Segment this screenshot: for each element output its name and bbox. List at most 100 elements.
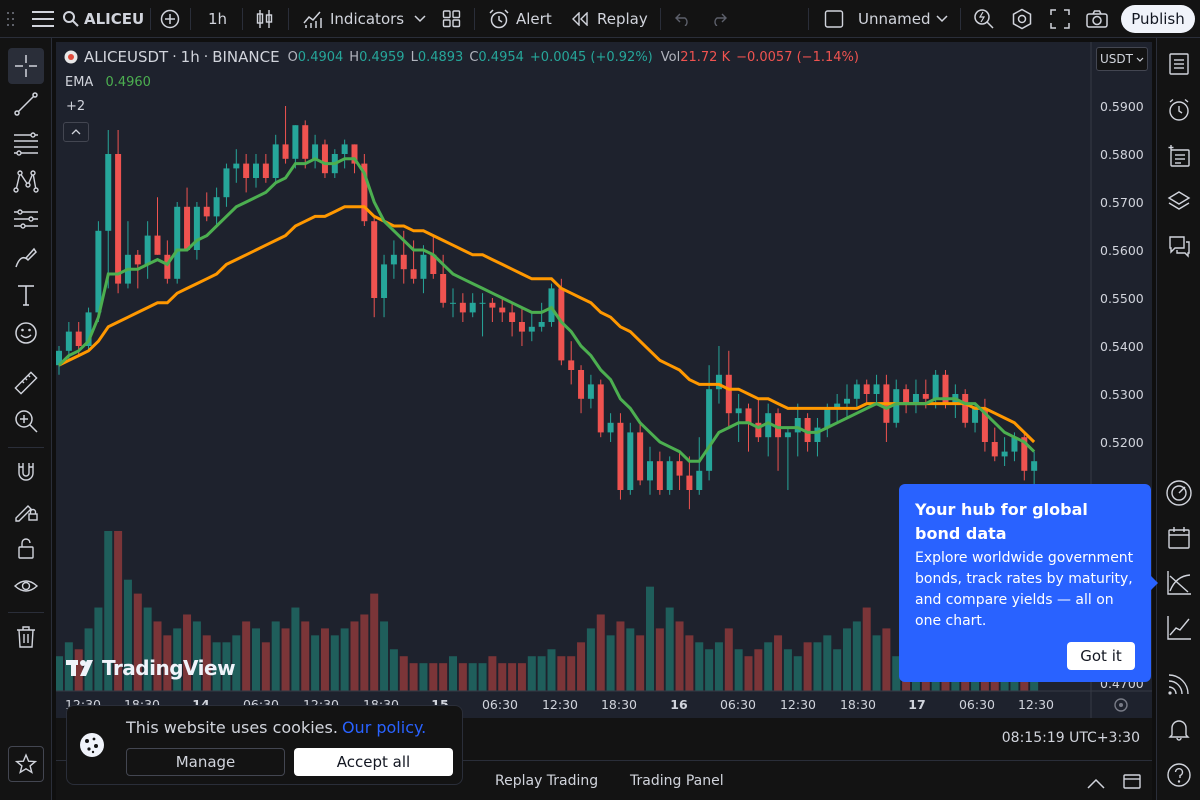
drag-handle-icon[interactable]	[6, 0, 16, 38]
layers-icon[interactable]	[1161, 183, 1197, 219]
emoji-icon[interactable]	[8, 315, 44, 351]
legend-symbol[interactable]: ALICEUSDT	[84, 48, 168, 66]
layout-name-button[interactable]: Unnamed	[824, 0, 931, 38]
watchlist-icon[interactable]	[1161, 46, 1197, 82]
publish-button[interactable]: Publish	[1121, 5, 1195, 33]
bell-icon[interactable]	[1161, 711, 1197, 747]
camera-icon[interactable]	[1086, 0, 1108, 38]
ruler-icon[interactable]	[8, 365, 44, 401]
collapse-legend-button[interactable]	[63, 122, 89, 142]
layout-grid-icon[interactable]	[442, 0, 462, 38]
yield-curve-icon[interactable]	[1161, 565, 1197, 601]
redo-icon[interactable]	[711, 0, 727, 38]
tradingview-logo[interactable]: TradingView	[66, 656, 236, 680]
legend-sep: ·	[203, 49, 209, 65]
time-tick-label: 18:30	[601, 697, 637, 712]
chevron-down-icon[interactable]	[414, 0, 426, 38]
tradingview-app: ALICEU 1h Indicators Alert Replay Unname…	[0, 0, 1200, 800]
eye-icon[interactable]	[8, 568, 44, 604]
rewind-icon	[572, 12, 588, 26]
clock-label[interactable]: 08:15:19 UTC+3:30	[1002, 730, 1140, 746]
volume-bar	[281, 628, 290, 691]
text-icon[interactable]	[8, 277, 44, 313]
alerts-clock-icon[interactable]	[1161, 92, 1197, 128]
star-icon[interactable]	[8, 746, 44, 782]
price-tick-label: 0.5800	[1100, 147, 1144, 162]
tab-replay-trading[interactable]: Replay Trading	[495, 773, 598, 789]
tab-trading-panel[interactable]: Trading Panel	[630, 773, 724, 789]
candle	[479, 293, 486, 337]
crosshair-icon[interactable]	[8, 48, 44, 84]
volume-bar	[567, 656, 576, 691]
forecast-icon[interactable]	[8, 201, 44, 237]
candle	[282, 106, 289, 164]
candle	[903, 384, 910, 414]
candle	[568, 341, 575, 385]
volume-bar	[360, 614, 369, 691]
target-icon[interactable]	[1161, 475, 1197, 511]
candle	[775, 408, 782, 471]
unlock-icon[interactable]	[8, 530, 44, 566]
candles-icon[interactable]	[256, 0, 274, 38]
cookie-banner: This website uses cookies. Our policy. Ma…	[66, 705, 463, 785]
low-value: 0.4893	[417, 49, 464, 65]
candle	[292, 125, 299, 169]
candle	[637, 422, 644, 486]
candle	[686, 456, 693, 510]
help-icon[interactable]	[1161, 757, 1197, 793]
magnet-icon[interactable]	[8, 454, 44, 490]
manage-cookies-button[interactable]: Manage	[126, 748, 285, 776]
fullscreen-icon[interactable]	[1050, 0, 1070, 38]
menu-icon[interactable]	[30, 0, 56, 38]
brush-icon[interactable]	[8, 239, 44, 275]
settings-icon[interactable]	[1011, 0, 1033, 38]
symbol-search-button[interactable]: ALICEU	[62, 0, 144, 38]
replay-button[interactable]: Replay	[571, 0, 648, 38]
chart-line-icon[interactable]	[1161, 610, 1197, 646]
chevron-up-icon[interactable]	[1087, 774, 1105, 793]
watermark-label: TradingView	[102, 656, 236, 680]
pattern-icon[interactable]	[8, 163, 44, 199]
candle	[528, 312, 535, 342]
fib-retracement-icon[interactable]	[8, 125, 44, 161]
volume-bar	[271, 621, 280, 691]
close-value: 0.4954	[478, 49, 524, 65]
interval-button[interactable]: 1h	[208, 0, 227, 38]
data-window-icon[interactable]	[1161, 138, 1197, 174]
volume-bar	[793, 656, 802, 691]
accept-all-button[interactable]: Accept all	[294, 748, 453, 776]
more-indicators-label[interactable]: +2	[66, 99, 85, 114]
volume-bar	[577, 642, 586, 691]
zoom-in-icon[interactable]	[8, 403, 44, 439]
cookie-icon	[79, 732, 105, 762]
currency-select[interactable]: USDT	[1096, 47, 1148, 71]
axis-settings-icon[interactable]	[1114, 698, 1128, 712]
volume-bar	[399, 656, 408, 691]
ema-label: EMA	[65, 75, 94, 90]
policy-link[interactable]: Our policy.	[342, 718, 426, 737]
chat-icon[interactable]	[1161, 228, 1197, 264]
plus-circle-icon	[160, 9, 180, 29]
volume-bar	[606, 635, 615, 691]
alert-button[interactable]: Alert	[488, 0, 552, 38]
trend-line-icon[interactable]	[8, 86, 44, 122]
lock-drawing-icon[interactable]	[8, 492, 44, 528]
candle	[755, 398, 762, 442]
got-it-button[interactable]: Got it	[1067, 642, 1135, 670]
volume-bar	[261, 642, 270, 691]
chevron-up-icon	[71, 129, 81, 135]
undo-icon[interactable]	[675, 0, 691, 38]
candle	[272, 134, 279, 183]
vol-value: 21.72 K	[680, 49, 731, 65]
volume-bar	[557, 656, 566, 691]
compare-symbol-button[interactable]	[160, 0, 180, 38]
volume-bar	[468, 663, 477, 691]
trash-icon[interactable]	[8, 619, 44, 655]
maximize-panel-icon[interactable]	[1123, 773, 1141, 793]
broadcast-icon[interactable]	[1161, 666, 1197, 702]
calendar-icon[interactable]	[1161, 520, 1197, 556]
chevron-down-icon[interactable]	[936, 0, 948, 38]
quick-search-icon[interactable]	[973, 0, 995, 38]
ema-indicator-row[interactable]: EMA 0.4960	[65, 75, 151, 90]
indicators-button[interactable]: Indicators	[303, 0, 404, 38]
